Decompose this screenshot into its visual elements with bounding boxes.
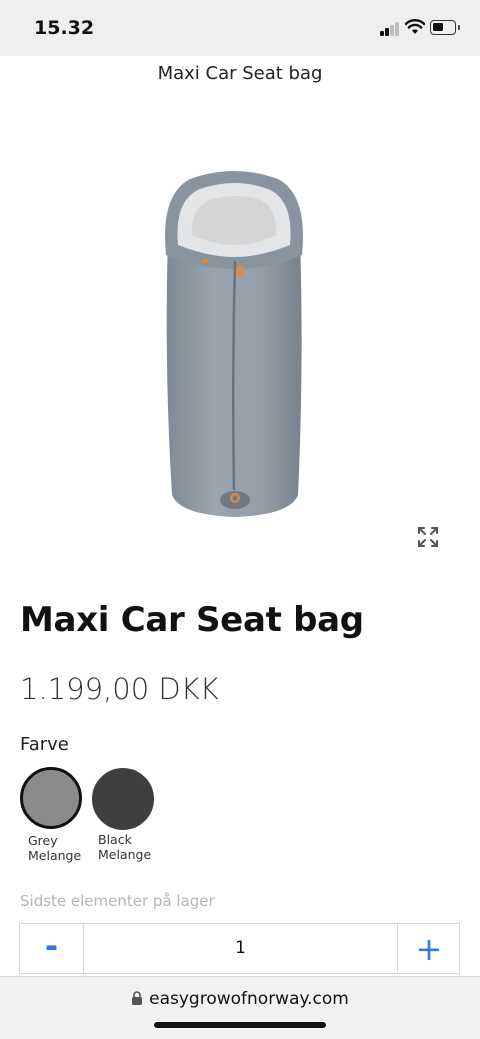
car-seat-bag-image[interactable] [150, 165, 320, 533]
stock-note: Sidste elementer på lager [20, 892, 215, 910]
quantity-increase-button[interactable]: + [397, 924, 460, 973]
color-name-grey-melange: Grey Melange [28, 833, 82, 863]
expand-icon[interactable] [417, 526, 439, 548]
quantity-value[interactable]: 1 [83, 924, 398, 973]
signal-icon [380, 22, 402, 36]
url-display[interactable]: easygrowofnorway.com [0, 989, 480, 1009]
page-header-title: Maxi Car Seat bag [157, 63, 323, 84]
status-bar: 15.32 [0, 0, 480, 56]
battery-icon [430, 20, 456, 35]
status-time: 15.32 [34, 17, 95, 39]
home-indicator[interactable] [154, 1022, 326, 1028]
color-name-black-melange: Black Melange [98, 832, 152, 862]
product-title: Maxi Car Seat bag [20, 600, 364, 640]
product-price: 1.199,00 DKK [20, 672, 219, 706]
color-label: Farve [20, 734, 69, 755]
battery-tip [458, 25, 460, 30]
wifi-icon [405, 19, 425, 34]
quantity-decrease-button[interactable]: - [20, 924, 84, 973]
quantity-stepper: - 1 + [19, 923, 460, 974]
color-swatch-grey-melange[interactable] [20, 767, 82, 829]
lock-icon [132, 991, 143, 1005]
browser-address-bar[interactable]: easygrowofnorway.com [0, 976, 480, 1039]
url-text: easygrowofnorway.com [149, 989, 349, 1009]
color-swatch-black-melange[interactable] [92, 768, 154, 830]
